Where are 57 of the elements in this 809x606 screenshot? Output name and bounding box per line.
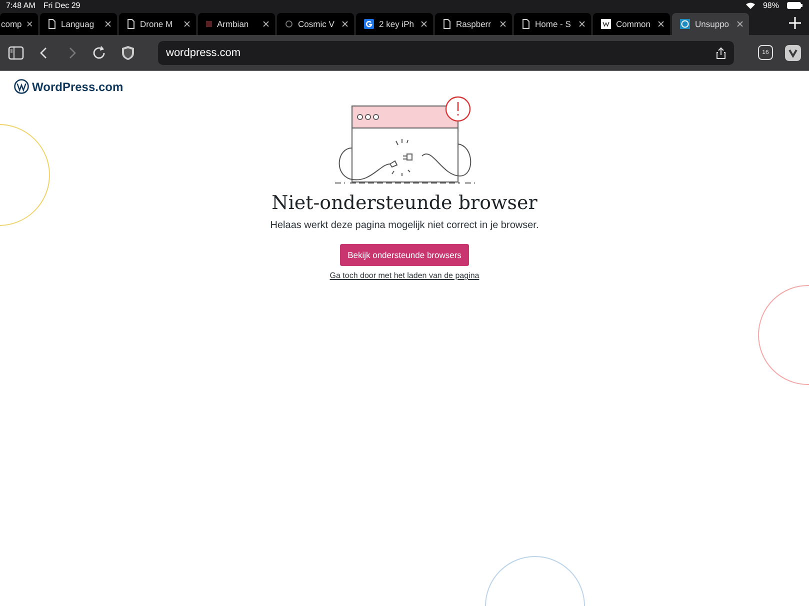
tab-title: Home - S [535,19,571,29]
close-icon[interactable] [342,21,348,27]
tab-title: Cosmic V [298,19,334,29]
favicon-icon [601,19,611,29]
favicon-icon [285,20,293,28]
browser-tab[interactable]: Unsuppo [672,13,749,35]
close-icon[interactable] [579,21,585,27]
sidebar-icon[interactable] [8,46,24,60]
error-message: Helaas werkt deze pagina mogelijk niet correct in je browser. [270,220,539,231]
close-icon[interactable] [658,21,664,27]
logo-text: WordPress.com [32,80,124,94]
tab-title: Languag [61,19,94,29]
wordpress-logo-icon [14,79,29,94]
status-date: Fri Dec 29 [43,1,80,10]
close-icon[interactable] [737,21,743,27]
browser-tab[interactable]: 2 key iPh [356,13,433,35]
document-icon [522,19,530,29]
browser-tab[interactable]: Raspberr [435,13,512,35]
close-icon[interactable] [26,21,32,27]
battery-icon [787,2,803,9]
document-icon [48,19,56,29]
supported-browsers-button[interactable]: Bekijk ondersteunde browsers [340,244,470,266]
browser-tab[interactable]: Common [593,13,670,35]
close-icon[interactable] [105,21,111,27]
browser-tab[interactable]: Cosmic V [277,13,354,35]
share-icon[interactable] [716,46,726,58]
tab-title: Armbian [217,19,249,29]
tab-title: Raspberr [456,19,491,29]
wifi-icon [746,2,755,9]
favicon-icon [206,21,212,27]
tab-title: 2 key iPh [379,19,414,29]
status-time: 7:48 AM [6,1,36,10]
browser-tab[interactable]: Languag [40,13,117,35]
close-icon[interactable] [421,21,427,27]
new-tab-button[interactable] [789,17,801,29]
document-icon [443,19,451,29]
battery-percent: 98% [762,1,779,10]
browser-tab[interactable]: Drone M [119,13,196,35]
browser-tab[interactable]: Armbian [198,13,275,35]
shield-icon[interactable] [120,44,136,60]
close-icon[interactable] [500,21,506,27]
browser-tab[interactable]: comp [0,13,38,35]
tab-title: Common [616,19,650,29]
tab-title: comp [1,19,22,29]
browser-tab[interactable]: Home - S [514,13,591,35]
address-bar[interactable]: wordpress.com [158,40,734,64]
close-icon[interactable] [263,21,269,27]
close-icon[interactable] [184,21,190,27]
tab-title: Unsuppo [695,19,730,29]
favicon-icon [364,19,374,29]
url-text: wordpress.com [166,46,241,58]
document-icon [127,19,135,29]
tab-title: Drone M [140,19,173,29]
wordpress-icon [680,19,690,29]
vivaldi-icon[interactable] [785,44,801,60]
page-heading: Niet-ondersteunde browser [272,192,538,214]
continue-link[interactable]: Ga toch door met het laden van de pagina [330,271,480,280]
